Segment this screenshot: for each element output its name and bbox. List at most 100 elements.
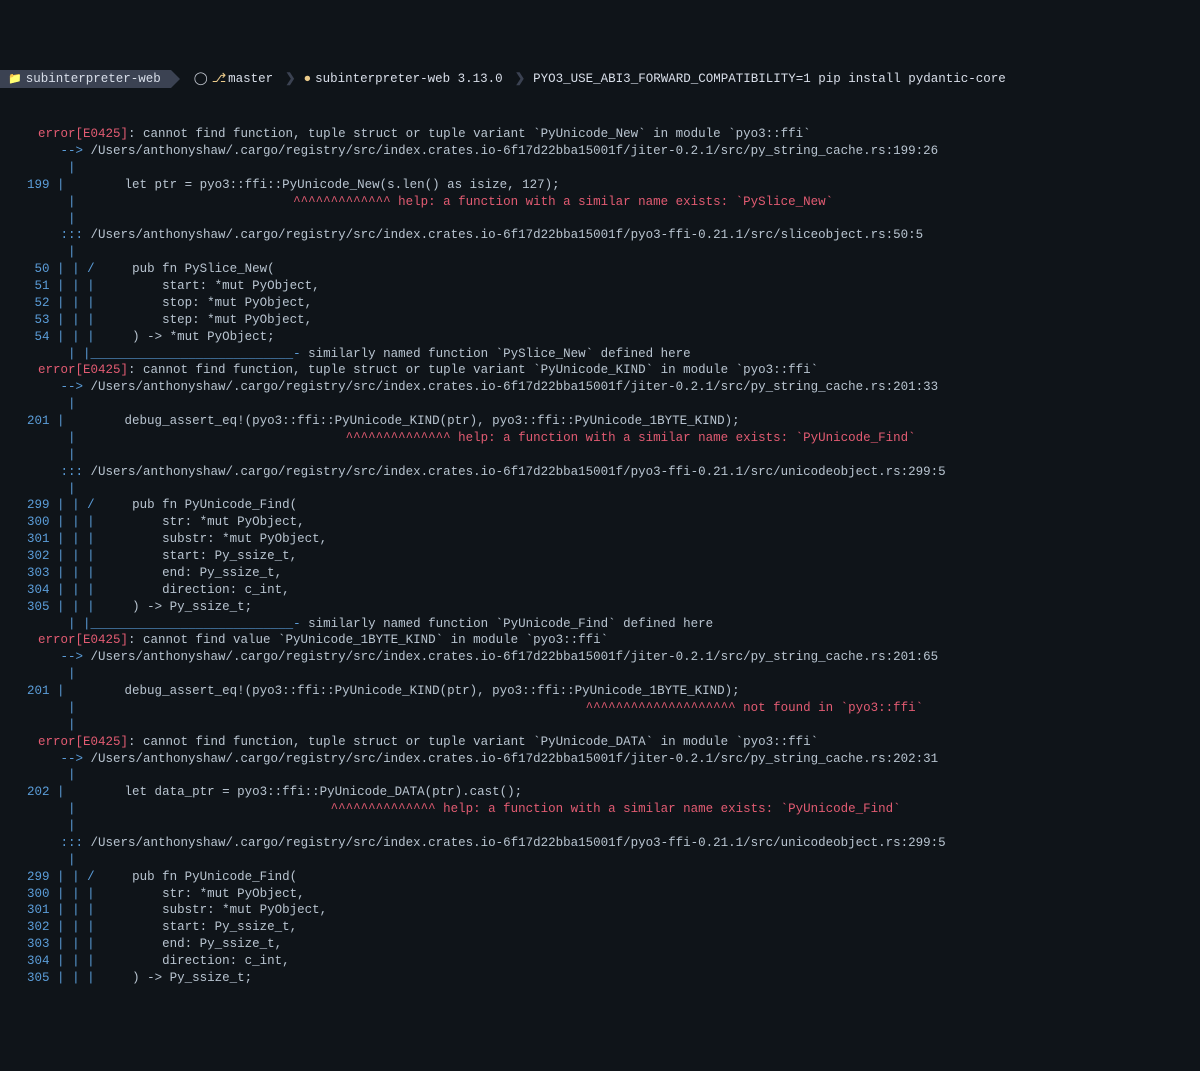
prompt-python-segment: ●subinterpreter-web 3.13.0 bbox=[298, 70, 513, 89]
output-line: --> /Users/anthonyshaw/.cargo/registry/s… bbox=[8, 143, 1200, 160]
output-line: | bbox=[8, 852, 1200, 869]
output-line: | bbox=[8, 666, 1200, 683]
prompt-dir: subinterpreter-web bbox=[26, 71, 161, 88]
output-line: 52 | | | stop: *mut PyObject, bbox=[8, 295, 1200, 312]
output-line: | bbox=[8, 717, 1200, 734]
output-line: 300 | | | str: *mut PyObject, bbox=[8, 514, 1200, 531]
line-number: 300 bbox=[16, 514, 50, 531]
underline-icon: |___________________________- bbox=[83, 347, 308, 361]
line-number: 305 bbox=[16, 970, 50, 987]
code-def: pub fn PyUnicode_Find( bbox=[95, 498, 298, 512]
def-note: similarly named function `PyUnicode_Find… bbox=[308, 617, 713, 631]
arrow-icon: --> bbox=[61, 752, 91, 766]
error-code: error[E0425] bbox=[38, 127, 128, 141]
note-source: /Users/anthonyshaw/.cargo/registry/src/i… bbox=[91, 228, 924, 242]
output-line: error[E0425]: cannot find function, tupl… bbox=[8, 734, 1200, 751]
code-def: substr: *mut PyObject, bbox=[95, 532, 328, 546]
note-marker: ::: bbox=[61, 836, 91, 850]
output-line: --> /Users/anthonyshaw/.cargo/registry/s… bbox=[8, 649, 1200, 666]
output-line: | bbox=[8, 818, 1200, 835]
prompt-dir-segment: subinterpreter-web bbox=[0, 70, 171, 89]
shell-prompt[interactable]: subinterpreter-web ◯⎇master❯ ●subinterpr… bbox=[0, 68, 1200, 93]
line-number: 299 bbox=[16, 497, 50, 514]
def-note: similarly named function `PySlice_New` d… bbox=[308, 347, 691, 361]
error-source: /Users/anthonyshaw/.cargo/registry/src/i… bbox=[91, 650, 939, 664]
code-snippet: let data_ptr = pyo3::ffi::PyUnicode_DATA… bbox=[65, 785, 523, 799]
line-number: 301 bbox=[16, 531, 50, 548]
line-number: 54 bbox=[16, 329, 50, 346]
code-def: end: Py_ssize_t, bbox=[95, 566, 283, 580]
output-line: 302 | | | start: Py_ssize_t, bbox=[8, 548, 1200, 565]
chevron-icon bbox=[171, 70, 180, 88]
underline-icon: |___________________________- bbox=[83, 617, 308, 631]
output-line: ::: /Users/anthonyshaw/.cargo/registry/s… bbox=[8, 227, 1200, 244]
code-snippet: debug_assert_eq!(pyo3::ffi::PyUnicode_KI… bbox=[65, 684, 740, 698]
prompt-venv: subinterpreter-web 3.13.0 bbox=[315, 71, 503, 88]
output-line: 304 | | | direction: c_int, bbox=[8, 953, 1200, 970]
caret-help: ^^^^^^^^^^^^^ help: a function with a si… bbox=[76, 195, 834, 209]
line-number: 51 bbox=[16, 278, 50, 295]
error-code: error[E0425] bbox=[38, 363, 128, 377]
arrow-icon: --> bbox=[61, 144, 91, 158]
output-line: | bbox=[8, 396, 1200, 413]
error-code: error[E0425] bbox=[38, 633, 128, 647]
prompt-git-segment: ◯⎇master bbox=[180, 70, 283, 89]
output-line: 303 | | | end: Py_ssize_t, bbox=[8, 565, 1200, 582]
output-line: 53 | | | step: *mut PyObject, bbox=[8, 312, 1200, 329]
output-line: 54 | | | ) -> *mut PyObject; bbox=[8, 329, 1200, 346]
output-line: | |___________________________- similarl… bbox=[8, 346, 1200, 363]
output-line: | bbox=[8, 447, 1200, 464]
folder-icon bbox=[8, 71, 26, 88]
github-icon: ◯ bbox=[194, 71, 208, 88]
output-line: | bbox=[8, 211, 1200, 228]
output-line: 303 | | | end: Py_ssize_t, bbox=[8, 936, 1200, 953]
line-number: 53 bbox=[16, 312, 50, 329]
line-number: 52 bbox=[16, 295, 50, 312]
note-source: /Users/anthonyshaw/.cargo/registry/src/i… bbox=[91, 465, 946, 479]
output-line: 299 | | / pub fn PyUnicode_Find( bbox=[8, 497, 1200, 514]
output-line: | ^^^^^^^^^^^^^^ help: a function with a… bbox=[8, 801, 1200, 818]
code-def: start: Py_ssize_t, bbox=[95, 920, 298, 934]
line-number: 301 bbox=[16, 902, 50, 919]
error-code: error[E0425] bbox=[38, 735, 128, 749]
code-def: direction: c_int, bbox=[95, 583, 290, 597]
line-number: 201 bbox=[16, 413, 50, 430]
line-number: 302 bbox=[16, 548, 50, 565]
output-line: | bbox=[8, 160, 1200, 177]
output-line: error[E0425]: cannot find function, tupl… bbox=[8, 362, 1200, 379]
output-line: 201 | debug_assert_eq!(pyo3::ffi::PyUnic… bbox=[8, 413, 1200, 430]
caret-help: ^^^^^^^^^^^^^^^^^^^^ not found in `pyo3:… bbox=[76, 701, 924, 715]
output-line: 302 | | | start: Py_ssize_t, bbox=[8, 919, 1200, 936]
error-message: : cannot find function, tuple struct or … bbox=[128, 735, 818, 749]
code-def: pub fn PyUnicode_Find( bbox=[95, 870, 298, 884]
code-snippet: let ptr = pyo3::ffi::PyUnicode_New(s.len… bbox=[65, 178, 560, 192]
output-line: error[E0425]: cannot find value `PyUnico… bbox=[8, 632, 1200, 649]
code-def: pub fn PySlice_New( bbox=[95, 262, 275, 276]
error-source: /Users/anthonyshaw/.cargo/registry/src/i… bbox=[91, 380, 939, 394]
output-line: ::: /Users/anthonyshaw/.cargo/registry/s… bbox=[8, 835, 1200, 852]
error-source: /Users/anthonyshaw/.cargo/registry/src/i… bbox=[91, 144, 939, 158]
code-def: substr: *mut PyObject, bbox=[95, 903, 328, 917]
prompt-command: PYO3_USE_ABI3_FORWARD_COMPATIBILITY=1 pi… bbox=[527, 70, 1016, 89]
code-def: stop: *mut PyObject, bbox=[95, 296, 313, 310]
error-message: : cannot find function, tuple struct or … bbox=[128, 127, 811, 141]
line-number: 199 bbox=[16, 177, 50, 194]
output-line: 201 | debug_assert_eq!(pyo3::ffi::PyUnic… bbox=[8, 683, 1200, 700]
output-line: error[E0425]: cannot find function, tupl… bbox=[8, 126, 1200, 143]
line-number: 304 bbox=[16, 582, 50, 599]
output-line: 50 | | / pub fn PySlice_New( bbox=[8, 261, 1200, 278]
output-line: 301 | | | substr: *mut PyObject, bbox=[8, 902, 1200, 919]
error-message: : cannot find value `PyUnicode_1BYTE_KIN… bbox=[128, 633, 608, 647]
line-number: 299 bbox=[16, 869, 50, 886]
output-line: 305 | | | ) -> Py_ssize_t; bbox=[8, 599, 1200, 616]
output-line: 199 | let ptr = pyo3::ffi::PyUnicode_New… bbox=[8, 177, 1200, 194]
code-def: str: *mut PyObject, bbox=[95, 887, 305, 901]
line-number: 300 bbox=[16, 886, 50, 903]
output-line: | ^^^^^^^^^^^^^^^^^^^^ not found in `pyo… bbox=[8, 700, 1200, 717]
terminal-output[interactable]: error[E0425]: cannot find function, tupl… bbox=[0, 126, 1200, 987]
output-line: 299 | | / pub fn PyUnicode_Find( bbox=[8, 869, 1200, 886]
arrow-icon: --> bbox=[61, 650, 91, 664]
output-line: ::: /Users/anthonyshaw/.cargo/registry/s… bbox=[8, 464, 1200, 481]
code-def: str: *mut PyObject, bbox=[95, 515, 305, 529]
caret-help: ^^^^^^^^^^^^^^ help: a function with a s… bbox=[76, 431, 916, 445]
